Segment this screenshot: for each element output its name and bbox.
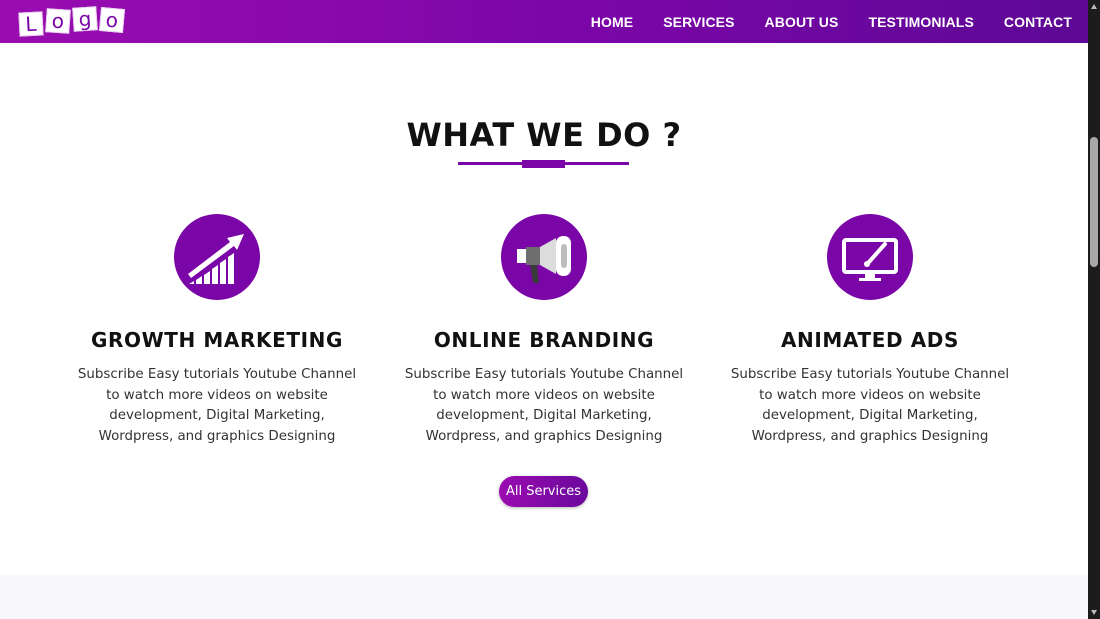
service-card-growth-marketing: GROWTH MARKETING Subscribe Easy tutorial… <box>72 214 362 448</box>
service-card-animated-ads: ANIMATED ADS Subscribe Easy tutorials Yo… <box>725 214 1015 448</box>
section-title: WHAT WE DO ? <box>406 116 682 154</box>
service-description: Subscribe Easy tutorials Youtube Channel… <box>77 367 357 445</box>
title-underline-accent <box>522 160 565 168</box>
service-card-online-branding: ONLINE BRANDING Subscribe Easy tutorials… <box>399 214 689 448</box>
logo-letter: L <box>18 11 44 37</box>
service-title: GROWTH MARKETING <box>90 328 343 352</box>
nav-home[interactable]: HOME <box>591 14 633 30</box>
scrollbar-thumb[interactable] <box>1090 137 1098 267</box>
site-header: L o g o HOME SERVICES ABOUT US TESTIMONI… <box>0 0 1088 43</box>
vertical-scrollbar[interactable] <box>1088 0 1100 619</box>
monitor-design-icon <box>827 214 913 300</box>
nav-testimonials[interactable]: TESTIMONIALS <box>868 14 973 30</box>
nav-services[interactable]: SERVICES <box>663 14 734 30</box>
logo-letter: o <box>98 6 126 34</box>
nav-contact[interactable]: CONTACT <box>1004 14 1072 30</box>
main-nav: HOME SERVICES ABOUT US TESTIMONIALS CONT… <box>561 0 1072 43</box>
page-viewport: L o g o HOME SERVICES ABOUT US TESTIMONI… <box>0 0 1088 619</box>
logo-letter: g <box>72 6 98 32</box>
service-description: Subscribe Easy tutorials Youtube Channel… <box>730 367 1010 445</box>
growth-chart-icon <box>174 214 260 300</box>
service-title: ONLINE BRANDING <box>433 328 655 352</box>
nav-about-us[interactable]: ABOUT US <box>765 14 839 30</box>
next-section <box>0 575 1088 619</box>
service-title: ANIMATED ADS <box>780 328 960 352</box>
scroll-up-arrow-icon[interactable] <box>1091 4 1097 9</box>
scroll-down-arrow-icon[interactable] <box>1091 610 1097 615</box>
service-description: Subscribe Easy tutorials Youtube Channel… <box>404 367 684 445</box>
megaphone-icon <box>501 214 587 300</box>
logo-letter: o <box>45 8 71 34</box>
all-services-button[interactable]: All Services <box>499 476 588 507</box>
logo[interactable]: L o g o <box>18 6 126 37</box>
